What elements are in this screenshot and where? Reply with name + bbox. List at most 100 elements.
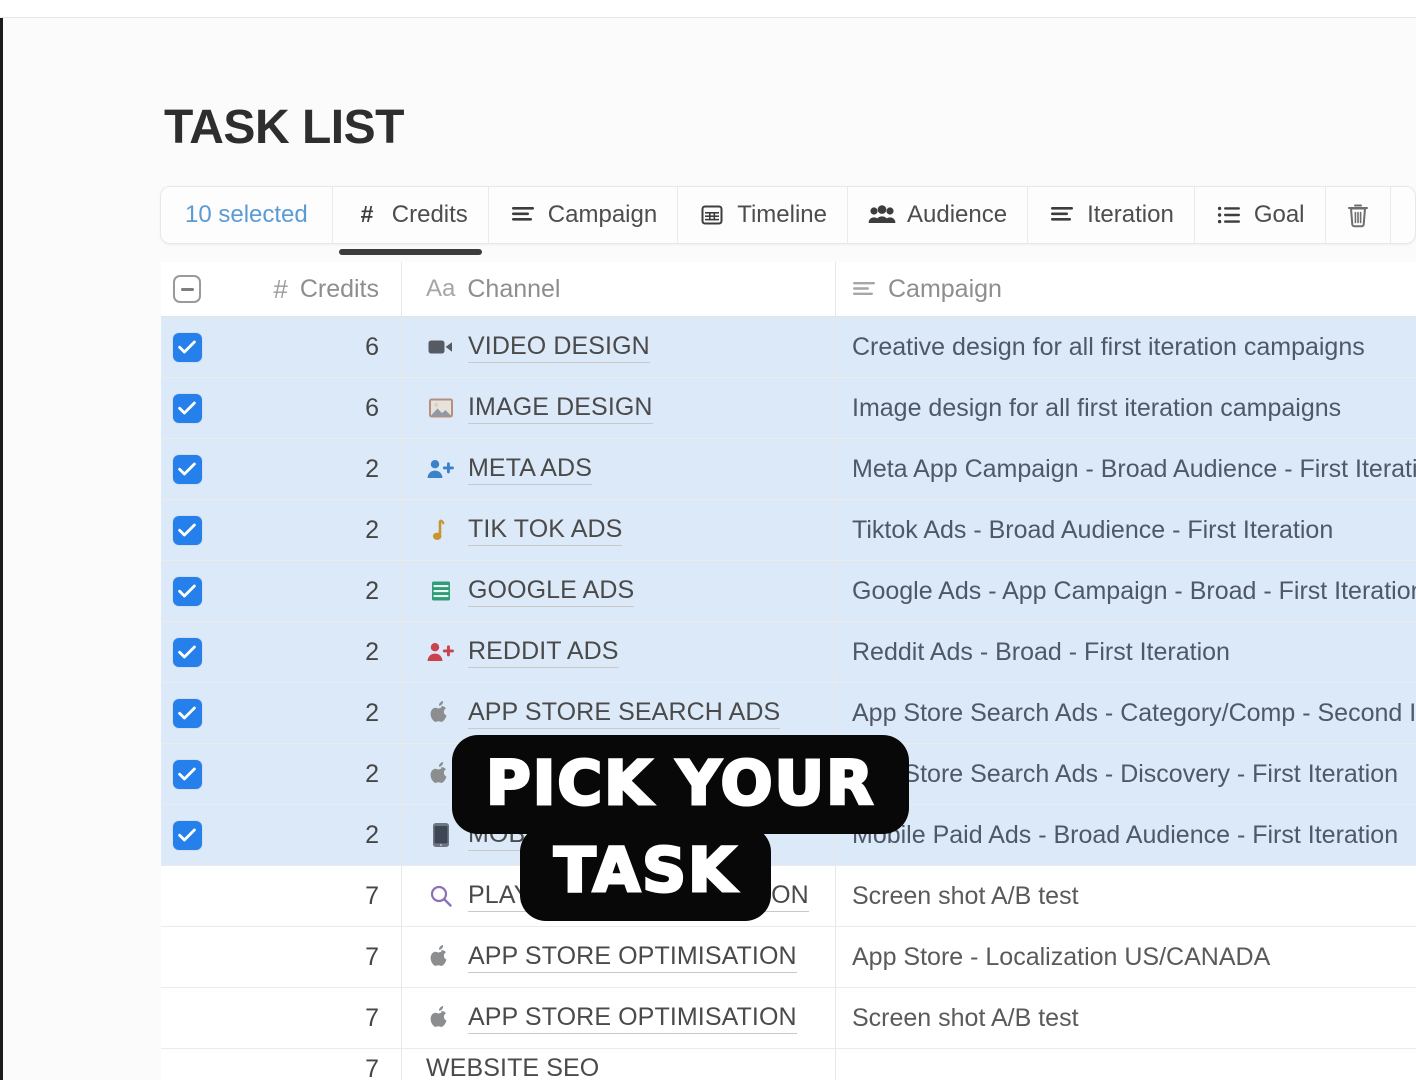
cell-channel[interactable]: META ADS — [402, 439, 836, 499]
table-row[interactable]: 2 TIK TOK ADS Tiktok Ads - Broad Audienc… — [161, 500, 1416, 561]
row-checkbox[interactable] — [161, 744, 213, 804]
cell-credits: 6 — [213, 317, 402, 377]
toolbar-item-timeline-label: Timeline — [737, 201, 828, 228]
row-checkbox[interactable] — [161, 988, 213, 1048]
cell-campaign[interactable]: Mobile Paid Ads - Broad Audience - First… — [836, 805, 1416, 865]
table-row[interactable]: 2 GOOGLE ADS Google Ads - App Campaign -… — [161, 561, 1416, 622]
cell-campaign-label: Creative design for all first iteration … — [852, 332, 1365, 361]
column-header-credits[interactable]: # Credits — [213, 262, 402, 316]
add-person-red-icon — [426, 637, 456, 667]
cell-channel[interactable]: REDDIT ADS — [402, 622, 836, 682]
table-row[interactable]: 7 APP STORE OPTIMISATION Screen shot A/B… — [161, 988, 1416, 1049]
cell-channel[interactable]: GOOGLE ADS — [402, 561, 836, 621]
cell-campaign[interactable]: Screen shot A/B test — [836, 988, 1416, 1048]
cell-campaign[interactable]: App Store Search Ads - Category/Comp - S… — [836, 683, 1416, 743]
table-row[interactable]: 2 APP STORE SEARCH ADS App Store Search … — [161, 683, 1416, 744]
table-row[interactable]: 6 IMAGE DESIGN Image design for all firs… — [161, 378, 1416, 439]
cell-campaign[interactable]: Image design for all first iteration cam… — [836, 378, 1416, 438]
table-row[interactable]: 6 VIDEO DESIGN Creative design for all f… — [161, 317, 1416, 378]
cell-campaign[interactable]: App Store - Localization US/CANADA — [836, 927, 1416, 987]
cell-channel[interactable]: APP STORE SEARCH ADS — [402, 683, 836, 743]
indeterminate-checkbox-icon — [173, 275, 201, 303]
column-header-credits-label: Credits — [299, 274, 379, 303]
cell-channel-label: MOBILE PAID ADS — [468, 819, 685, 852]
column-header-campaign-label: Campaign — [888, 274, 1002, 303]
row-checkbox[interactable] — [161, 805, 213, 865]
cell-campaign-label: Screen shot A/B test — [852, 1003, 1079, 1032]
toolbar-item-goal[interactable]: Goal — [1194, 187, 1326, 243]
cell-campaign[interactable]: Tiktok Ads - Broad Audience - First Iter… — [836, 500, 1416, 560]
row-checkbox[interactable] — [161, 683, 213, 743]
toolbar-item-audience[interactable]: Audience — [848, 187, 1029, 243]
hash-icon: # — [273, 273, 288, 304]
cell-channel[interactable]: TIK TOK ADS — [402, 500, 836, 560]
cell-channel[interactable]: IMAGE DESIGN — [402, 378, 836, 438]
cell-channel[interactable]: MOBILE PAID ADS — [402, 805, 836, 865]
cell-channel-label: APP STORE SEARCH ADS — [468, 697, 781, 730]
cell-campaign[interactable]: Google Ads - App Campaign - Broad - Firs… — [836, 561, 1416, 621]
select-all-checkbox[interactable] — [161, 262, 213, 316]
checked-checkbox-icon — [172, 820, 202, 850]
table-row[interactable]: 2 MOBILE PAID ADS Mobile Paid Ads - Broa… — [161, 805, 1416, 866]
mobile-phone-icon — [426, 820, 456, 850]
row-checkbox[interactable] — [161, 439, 213, 499]
cell-channel[interactable]: APP STORE OPTIMISATION — [402, 988, 836, 1048]
cell-channel-label: APP STORE SEARCH ADS — [468, 758, 781, 791]
cell-channel[interactable]: VIDEO DESIGN — [402, 317, 836, 377]
svg-text:#: # — [360, 203, 373, 227]
row-checkbox[interactable] — [161, 927, 213, 987]
toolbar-item-campaign-label: Campaign — [547, 201, 658, 228]
row-checkbox[interactable] — [161, 1049, 213, 1080]
selected-count-label: 10 selected — [185, 201, 308, 228]
row-checkbox[interactable] — [161, 500, 213, 560]
cell-channel-label: PLAY STORE OPTIMISATION — [468, 880, 809, 913]
toolbar-item-timeline[interactable]: Timeline — [678, 187, 849, 243]
cell-channel-label: REDDIT ADS — [468, 636, 619, 669]
table-row[interactable]: 7 PLAY STORE OPTIMISATION Screen shot A/… — [161, 866, 1416, 927]
cell-campaign[interactable]: App Store Search Ads - Discovery - First… — [836, 744, 1416, 804]
selected-count-chip[interactable]: 10 selected — [161, 187, 333, 243]
cell-channel[interactable]: WEBSITE SEO — [402, 1049, 836, 1080]
table-row[interactable]: 7 WEBSITE SEO — [161, 1049, 1416, 1080]
trash-icon — [1344, 201, 1372, 229]
calendar-icon — [698, 201, 726, 229]
cell-channel[interactable]: APP STORE SEARCH ADS — [402, 744, 836, 804]
aa-text-icon: Aa — [426, 275, 456, 302]
toolbar-item-credits[interactable]: # Credits — [332, 187, 489, 255]
cell-credits: 2 — [213, 744, 402, 804]
cell-credits: 2 — [213, 683, 402, 743]
column-header-channel[interactable]: Aa Channel — [402, 262, 836, 316]
cell-channel-label: META ADS — [468, 453, 592, 486]
column-header-campaign[interactable]: Campaign — [836, 262, 1416, 316]
table-row[interactable]: 2 REDDIT ADS Reddit Ads - Broad - First … — [161, 622, 1416, 683]
row-checkbox[interactable] — [161, 866, 213, 926]
table-row[interactable]: 2 APP STORE SEARCH ADS App Store Search … — [161, 744, 1416, 805]
table-row[interactable]: 7 APP STORE OPTIMISATION App Store - Loc… — [161, 927, 1416, 988]
row-checkbox[interactable] — [161, 317, 213, 377]
toolbar-item-campaign[interactable]: Campaign — [488, 187, 679, 243]
text-lines-icon — [852, 279, 876, 299]
cell-channel[interactable]: APP STORE OPTIMISATION — [402, 927, 836, 987]
delete-button[interactable] — [1325, 187, 1391, 243]
cell-campaign-label: Image design for all first iteration cam… — [852, 393, 1342, 422]
cell-campaign-label: Reddit Ads - Broad - First Iteration — [852, 637, 1230, 666]
cell-channel-label: APP STORE OPTIMISATION — [468, 1002, 797, 1035]
task-table: # Credits Aa Channel Campaign 6 VIDEO DE… — [161, 262, 1416, 1080]
row-checkbox[interactable] — [161, 561, 213, 621]
cell-credits: 2 — [213, 561, 402, 621]
cell-campaign[interactable]: Creative design for all first iteration … — [836, 317, 1416, 377]
row-checkbox[interactable] — [161, 378, 213, 438]
cell-channel[interactable]: PLAY STORE OPTIMISATION — [402, 866, 836, 926]
toolbar-item-iteration[interactable]: Iteration — [1028, 187, 1195, 243]
cell-campaign[interactable]: Reddit Ads - Broad - First Iteration — [836, 622, 1416, 682]
cell-campaign[interactable] — [836, 1049, 1416, 1080]
cell-campaign[interactable]: Meta App Campaign - Broad Audience - Fir… — [836, 439, 1416, 499]
checked-checkbox-icon — [172, 515, 202, 545]
cell-credits: 2 — [213, 439, 402, 499]
cell-credits: 2 — [213, 500, 402, 560]
cell-campaign[interactable]: Screen shot A/B test — [836, 866, 1416, 926]
checked-checkbox-icon — [172, 759, 202, 789]
table-row[interactable]: 2 META ADS Meta App Campaign - Broad Aud… — [161, 439, 1416, 500]
checked-checkbox-icon — [172, 576, 202, 606]
row-checkbox[interactable] — [161, 622, 213, 682]
